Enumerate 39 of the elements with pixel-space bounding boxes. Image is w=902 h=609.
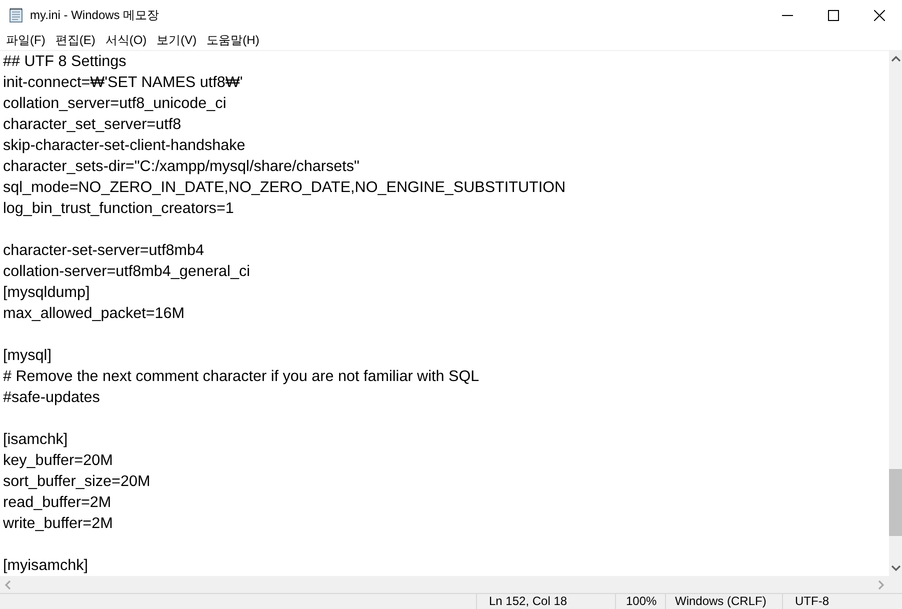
text-line: write_buffer=2M — [3, 514, 114, 534]
maximize-icon — [828, 10, 838, 20]
text-line: ## UTF 8 Settings — [3, 52, 128, 72]
notepad-icon — [8, 7, 24, 23]
text-line: collation-server=utf8mb4_general_ci — [3, 262, 252, 282]
text-line: key_buffer=20M — [3, 451, 114, 471]
text-line: skip-character-set-client-handshake — [3, 136, 246, 156]
menu-item[interactable]: 서식(O) — [101, 32, 153, 48]
close-icon — [874, 10, 884, 20]
text-line: [isamchk] — [3, 430, 69, 450]
text-line: character_sets-dir="C:/xampp/mysql/share/charsets" — [3, 157, 360, 177]
status-field: Windows (CRLF) — [665, 594, 782, 609]
text-line: read_buffer=2M — [3, 493, 112, 513]
text-line: character_set_server=utf8 — [3, 115, 182, 135]
text-line: sql_mode=NO_ZERO_IN_DATE,NO_ZERO_DATE,NO_ENGINE_SUBSTITUTION — [3, 178, 567, 198]
scroll-down-icon[interactable] — [890, 564, 900, 572]
text-line: #safe-updates — [3, 388, 101, 408]
menu-item[interactable]: 편집(E) — [51, 32, 102, 48]
menu-item[interactable]: 보기(V) — [152, 32, 203, 48]
menu-item[interactable]: 도움말(H) — [202, 32, 266, 48]
text-line: init-connect=₩'SET NAMES utf8₩' — [3, 73, 244, 93]
scroll-left-icon[interactable] — [4, 580, 12, 590]
scroll-right-icon[interactable] — [877, 580, 885, 590]
text-line: character-set-server=utf8mb4 — [3, 241, 206, 261]
text-line: [mysqldump] — [3, 283, 91, 303]
status-field: 100% — [615, 594, 665, 609]
text-line: [myisamchk] — [3, 556, 89, 576]
text-line: log_bin_trust_function_creators=1 — [3, 199, 235, 219]
status-field: Ln 152, Col 18 — [476, 594, 615, 609]
scrollbar-thumb[interactable] — [889, 469, 902, 536]
text-line: collation_server=utf8_unicode_ci — [3, 94, 228, 114]
text-line: sort_buffer_size=20M — [3, 472, 152, 492]
scroll-up-icon[interactable] — [890, 55, 900, 63]
status-field: UTF-8 — [782, 594, 902, 609]
menu-item[interactable]: 파일(F) — [2, 32, 52, 48]
text-line: max_allowed_packet=16M — [3, 304, 186, 324]
text-line: [mysql] — [3, 346, 52, 366]
window-title: my.ini - Windows 메모장 — [30, 6, 160, 24]
text-line: # Remove the next comment character if you are not familiar with SQL — [3, 367, 480, 387]
